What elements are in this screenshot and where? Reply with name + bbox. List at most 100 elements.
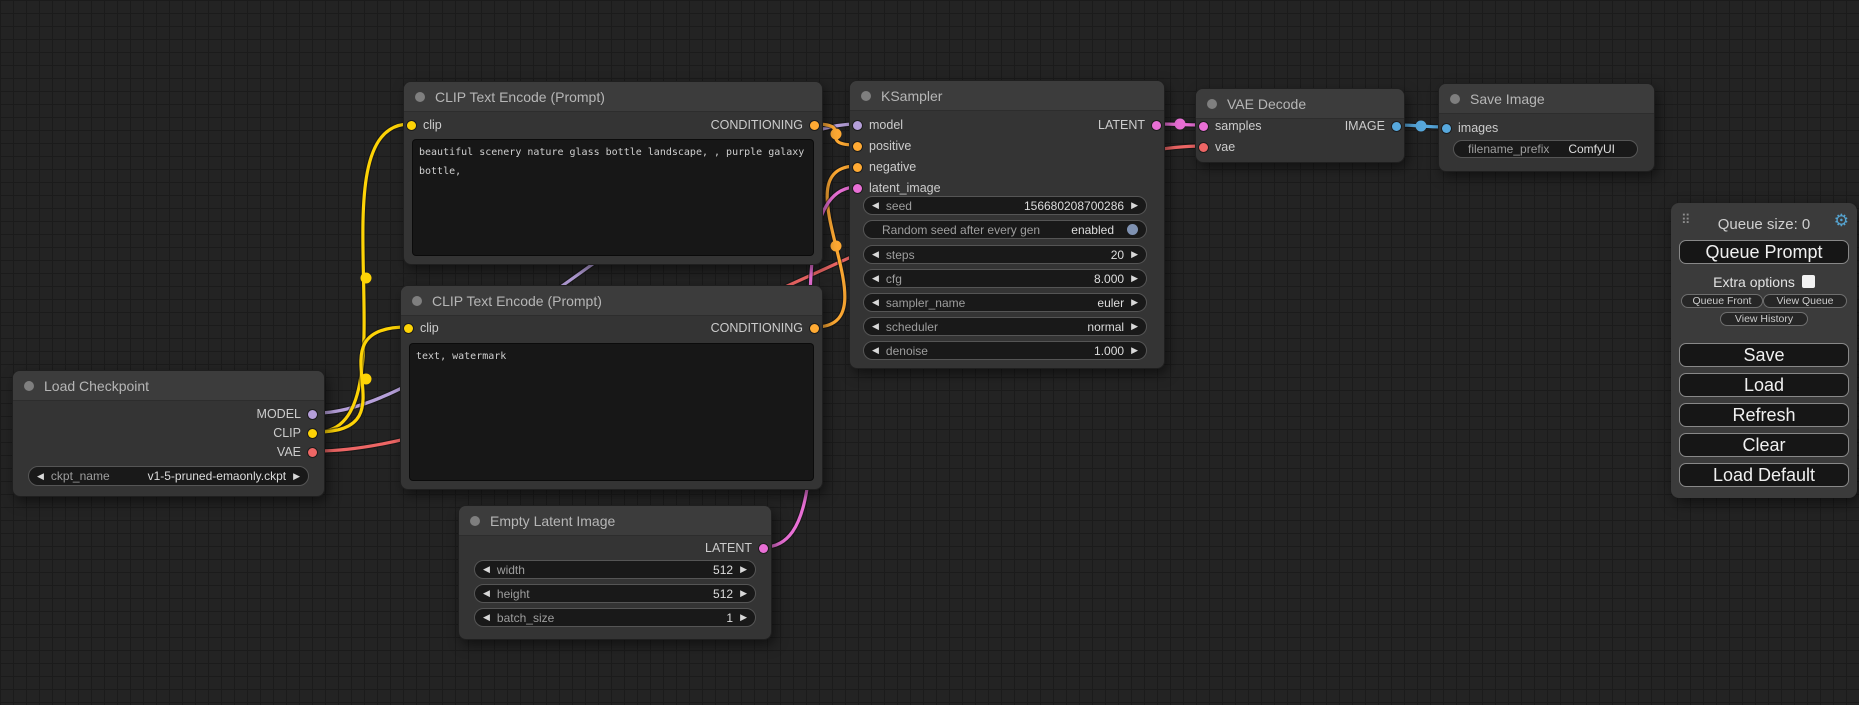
collapse-dot-icon[interactable] [1450, 94, 1460, 104]
port-positive-input[interactable] [853, 142, 862, 151]
port-vae-input[interactable] [1199, 143, 1208, 152]
arrow-right-icon[interactable]: ▶ [1131, 322, 1138, 331]
port-latent-output[interactable] [1152, 121, 1161, 130]
node-save-image[interactable]: Save Image images filename_prefix ComfyU… [1438, 83, 1655, 172]
node-ksampler[interactable]: KSampler model positive negative latent_… [849, 80, 1165, 369]
arrow-left-icon[interactable]: ◀ [483, 565, 490, 574]
node-titlebar[interactable]: VAE Decode [1196, 89, 1404, 119]
arrow-left-icon[interactable]: ◀ [872, 298, 879, 307]
prompt-textarea[interactable]: beautiful scenery nature glass bottle la… [412, 139, 814, 256]
link-dot-clip-1 [361, 273, 372, 284]
collapse-dot-icon[interactable] [412, 296, 422, 306]
view-queue-button[interactable]: View Queue [1763, 294, 1847, 308]
widget-scheduler[interactable]: ◀ scheduler normal ▶ [863, 317, 1147, 336]
arrow-right-icon[interactable]: ▶ [740, 589, 747, 598]
arrow-right-icon[interactable]: ▶ [1131, 298, 1138, 307]
node-titlebar[interactable]: CLIP Text Encode (Prompt) [401, 286, 822, 316]
port-model-output[interactable] [308, 410, 317, 419]
arrow-left-icon[interactable]: ◀ [872, 201, 879, 210]
node-clip-text-encode-negative[interactable]: CLIP Text Encode (Prompt) clip CONDITION… [400, 285, 823, 490]
link-dot-negative [831, 241, 842, 252]
arrow-right-icon[interactable]: ▶ [293, 472, 300, 481]
collapse-dot-icon[interactable] [861, 91, 871, 101]
widget-height[interactable]: ◀ height 512 ▶ [474, 584, 756, 603]
arrow-left-icon[interactable]: ◀ [37, 472, 44, 481]
collapse-dot-icon[interactable] [1207, 99, 1217, 109]
node-vae-decode[interactable]: VAE Decode samples vae IMAGE [1195, 88, 1405, 163]
port-negative-input[interactable] [853, 163, 862, 172]
gear-icon[interactable]: ⚙ [1834, 211, 1849, 231]
node-title: VAE Decode [1227, 96, 1306, 112]
widget-filename-prefix[interactable]: filename_prefix ComfyUI [1453, 140, 1638, 158]
arrow-right-icon[interactable]: ▶ [740, 613, 747, 622]
widget-ckpt-name[interactable]: ◀ ckpt_name v1-5-pruned-emaonly.ckpt ▶ [28, 466, 309, 486]
collapse-dot-icon[interactable] [470, 516, 480, 526]
node-titlebar[interactable]: Empty Latent Image [459, 506, 771, 536]
port-clip-input[interactable] [404, 324, 413, 333]
node-titlebar[interactable]: KSampler [850, 81, 1164, 111]
widget-seed[interactable]: ◀ seed 156680208700286 ▶ [863, 196, 1147, 215]
output-conditioning: CONDITIONING [711, 117, 819, 133]
link-dot-latent [1175, 119, 1186, 130]
arrow-left-icon[interactable]: ◀ [872, 274, 879, 283]
node-empty-latent-image[interactable]: Empty Latent Image LATENT ◀ width 512 ▶ … [458, 505, 772, 640]
node-titlebar[interactable]: Load Checkpoint [13, 371, 324, 401]
output-clip: CLIP [273, 425, 317, 441]
queue-front-button[interactable]: Queue Front [1681, 294, 1763, 308]
widget-label: seed [886, 199, 912, 213]
input-positive: positive [853, 138, 911, 154]
arrow-right-icon[interactable]: ▶ [1131, 346, 1138, 355]
node-titlebar[interactable]: Save Image [1439, 84, 1654, 114]
port-clip-output[interactable] [308, 429, 317, 438]
port-conditioning-output[interactable] [810, 324, 819, 333]
port-conditioning-output[interactable] [810, 121, 819, 130]
widget-batch-size[interactable]: ◀ batch_size 1 ▶ [474, 608, 756, 627]
collapse-dot-icon[interactable] [415, 92, 425, 102]
arrow-right-icon[interactable]: ▶ [1131, 274, 1138, 283]
port-latent-input[interactable] [853, 184, 862, 193]
widget-width[interactable]: ◀ width 512 ▶ [474, 560, 756, 579]
load-default-button[interactable]: Load Default [1679, 463, 1849, 487]
refresh-button[interactable]: Refresh [1679, 403, 1849, 427]
arrow-right-icon[interactable]: ▶ [1131, 250, 1138, 259]
port-model-input[interactable] [853, 121, 862, 130]
port-image-output[interactable] [1392, 122, 1401, 131]
arrow-left-icon[interactable]: ◀ [483, 613, 490, 622]
arrow-left-icon[interactable]: ◀ [872, 322, 879, 331]
arrow-right-icon[interactable]: ▶ [1131, 201, 1138, 210]
port-label: samples [1215, 119, 1262, 133]
clear-button[interactable]: Clear [1679, 433, 1849, 457]
queue-prompt-button[interactable]: Queue Prompt [1679, 240, 1849, 264]
widget-label: denoise [886, 344, 928, 358]
prompt-textarea[interactable]: text, watermark [409, 343, 814, 481]
widget-denoise[interactable]: ◀ denoise 1.000 ▶ [863, 341, 1147, 360]
node-clip-text-encode-positive[interactable]: CLIP Text Encode (Prompt) clip CONDITION… [403, 81, 823, 265]
arrow-left-icon[interactable]: ◀ [872, 250, 879, 259]
port-label: clip [420, 321, 439, 335]
node-titlebar[interactable]: CLIP Text Encode (Prompt) [404, 82, 822, 112]
extra-options-checkbox[interactable] [1802, 275, 1815, 288]
port-latent-output[interactable] [759, 544, 768, 553]
view-history-button[interactable]: View History [1720, 312, 1808, 326]
widget-label: ckpt_name [51, 469, 110, 483]
node-graph-canvas[interactable]: Load Checkpoint MODEL CLIP VAE ◀ ckpt_na… [0, 0, 1859, 705]
arrow-right-icon[interactable]: ▶ [740, 565, 747, 574]
collapse-dot-icon[interactable] [24, 381, 34, 391]
widget-label: height [497, 587, 530, 601]
port-label: positive [869, 139, 911, 153]
save-button[interactable]: Save [1679, 343, 1849, 367]
node-title: Save Image [1470, 91, 1545, 107]
port-clip-input[interactable] [407, 121, 416, 130]
widget-cfg[interactable]: ◀ cfg 8.000 ▶ [863, 269, 1147, 288]
widget-random-seed-toggle[interactable]: Random seed after every gen enabled [863, 220, 1147, 239]
arrow-left-icon[interactable]: ◀ [483, 589, 490, 598]
port-samples-input[interactable] [1199, 122, 1208, 131]
node-load-checkpoint[interactable]: Load Checkpoint MODEL CLIP VAE ◀ ckpt_na… [12, 370, 325, 497]
toggle-dot-icon[interactable] [1127, 224, 1138, 235]
arrow-left-icon[interactable]: ◀ [872, 346, 879, 355]
load-button[interactable]: Load [1679, 373, 1849, 397]
widget-sampler-name[interactable]: ◀ sampler_name euler ▶ [863, 293, 1147, 312]
port-vae-output[interactable] [308, 448, 317, 457]
widget-steps[interactable]: ◀ steps 20 ▶ [863, 245, 1147, 264]
port-images-input[interactable] [1442, 124, 1451, 133]
